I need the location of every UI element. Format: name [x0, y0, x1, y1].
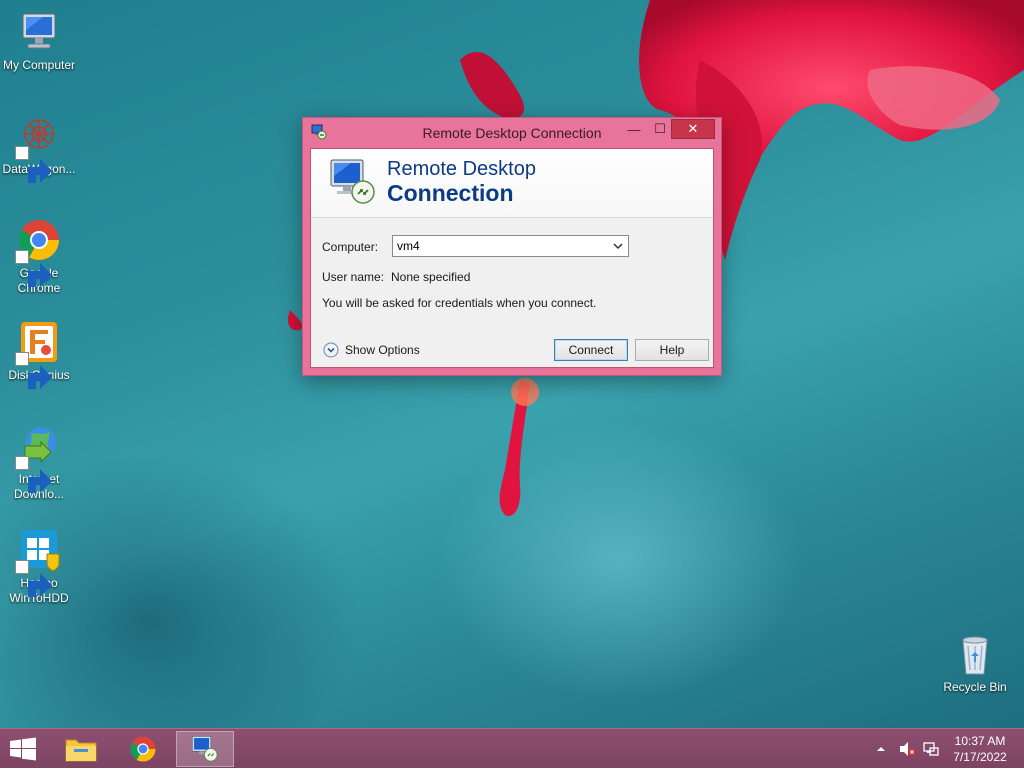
- taskbar-clock[interactable]: 10:37 AM 7/17/2022: [944, 733, 1016, 765]
- chrome-icon: [130, 736, 156, 762]
- start-button[interactable]: [8, 737, 38, 761]
- shortcut-arrow-icon: [15, 146, 52, 183]
- dialog-titlebar[interactable]: Remote Desktop Connection — ☐ ✕: [303, 118, 721, 148]
- volume-tray-button[interactable]: [896, 729, 918, 769]
- remote-desktop-monitor-icon: [192, 736, 218, 762]
- shortcut-arrow-icon: [15, 352, 52, 389]
- desktop-icon-label: Recycle Bin: [943, 680, 1007, 694]
- computer-value: vm4: [397, 239, 420, 253]
- desktop-icon-google-chrome[interactable]: Google Chrome: [0, 216, 78, 296]
- folder-icon: [65, 739, 97, 762]
- clock-date: 7/17/2022: [953, 750, 1007, 764]
- shortcut-arrow-icon: [15, 560, 52, 597]
- username-value: None specified: [391, 270, 471, 284]
- network-tray-button[interactable]: [920, 729, 942, 769]
- computer-icon: [15, 8, 63, 56]
- network-icon: [923, 742, 939, 756]
- clock-time: 10:37 AM: [954, 734, 1006, 748]
- remote-desktop-dialog: Remote Desktop Connection — ☐ ✕ Remote D…: [302, 117, 722, 376]
- taskbar-file-explorer[interactable]: [52, 731, 110, 767]
- recycle-bin-icon: [951, 630, 999, 678]
- chevron-up-icon: [877, 747, 885, 751]
- banner-title-line1: Remote Desktop: [387, 158, 536, 180]
- chevron-down-icon[interactable]: [612, 240, 624, 252]
- datawagon-icon: [15, 112, 63, 183]
- desktop-icon-recycle-bin[interactable]: Recycle Bin: [936, 630, 1014, 695]
- hasleo-wintohdd-icon: [15, 526, 63, 597]
- desktop: My Computer DataWagon...: [0, 0, 1024, 728]
- desktop-icon-datawagon[interactable]: DataWagon...: [0, 112, 78, 183]
- credentials-info-text: You will be asked for credentials when y…: [322, 296, 597, 310]
- shortcut-arrow-icon: [15, 250, 52, 287]
- dialog-banner: Remote Desktop Connection: [311, 149, 713, 218]
- internet-download-manager-icon: [15, 422, 63, 493]
- volume-muted-icon: [900, 742, 916, 756]
- diskgenius-icon: [15, 318, 63, 389]
- minimize-button[interactable]: —: [621, 119, 647, 139]
- connect-button[interactable]: Connect: [554, 339, 628, 361]
- close-button[interactable]: ✕: [671, 119, 715, 139]
- banner-title-line2: Connection: [387, 180, 514, 206]
- desktop-icon-hasleo-wintohdd[interactable]: Hasleo WinToHDD: [0, 526, 78, 606]
- remote-desktop-monitor-icon: [330, 159, 375, 204]
- desktop-icon-my-computer[interactable]: My Computer: [0, 8, 78, 73]
- desktop-icon-diskgenius[interactable]: DiskGenius: [0, 318, 78, 389]
- taskbar-google-chrome[interactable]: [114, 731, 172, 767]
- desktop-icon-label: My Computer: [2, 58, 76, 72]
- desktop-icon-internet-download-manager[interactable]: Internet Downlo...: [0, 422, 78, 502]
- taskbar: 10:37 AM 7/17/2022: [0, 728, 1024, 768]
- dialog-client-area: Remote Desktop Connection Computer: vm4 …: [310, 148, 714, 368]
- computer-combobox[interactable]: vm4: [392, 235, 629, 257]
- computer-label: Computer:: [322, 240, 379, 254]
- show-hidden-icons-button[interactable]: [874, 729, 888, 769]
- show-options-toggle[interactable]: Show Options: [323, 342, 420, 358]
- shortcut-arrow-icon: [15, 456, 52, 493]
- show-options-label: Show Options: [345, 343, 420, 357]
- username-label: User name:: [322, 270, 385, 284]
- help-button[interactable]: Help: [635, 339, 709, 361]
- expand-circle-icon: [323, 342, 339, 358]
- chrome-icon: [15, 216, 63, 287]
- taskbar-remote-desktop[interactable]: [176, 731, 234, 767]
- maximize-button[interactable]: ☐: [647, 119, 673, 139]
